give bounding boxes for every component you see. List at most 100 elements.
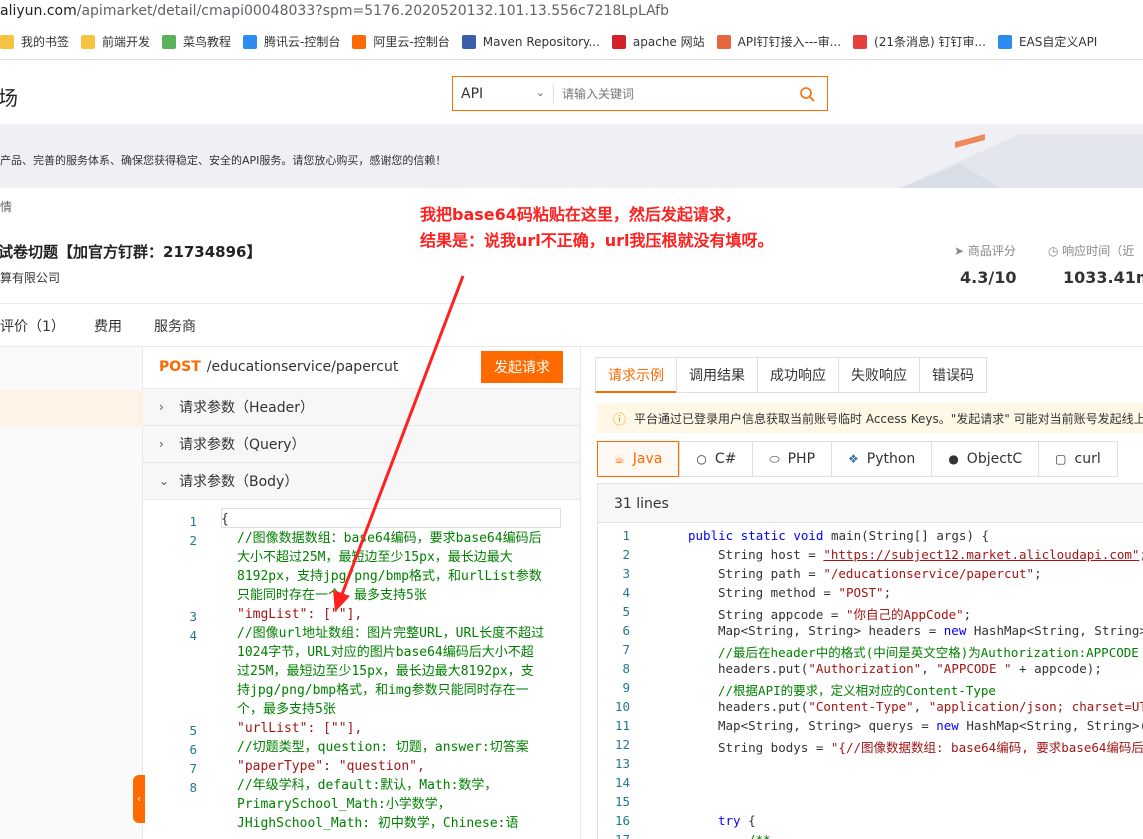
bookmark-icon [162, 34, 177, 49]
code-line: String host = "https://subject12.market.… [718, 547, 1143, 562]
tab-reviews[interactable]: 评价（1） [0, 316, 65, 336]
tab-success-response[interactable]: 成功响应 [757, 357, 838, 393]
bookmark-icon [997, 34, 1012, 49]
query-params-section[interactable]: › 请求参数（Query） [143, 425, 580, 462]
search-scope-select[interactable]: API ⌄ [453, 77, 553, 110]
tab-curl[interactable]: ▢ curl [1038, 441, 1118, 477]
bookmark-label: 前端开发 [102, 35, 151, 49]
warning-notice: ⓘ 平台通过已登录用户信息获取当前账号临时 Access Keys。"发起请求"… [597, 403, 1143, 433]
service-banner: 产品、完善的服务体系、确保您获得稳定、安全的API服务。请您放心购买，感谢您的信… [0, 124, 1143, 188]
line-number: 2 [622, 547, 630, 562]
python-icon: ❖ [848, 452, 859, 466]
bookmark-label: 阿里云-控制台 [373, 35, 450, 49]
tab-csharp[interactable]: ○ C# [679, 441, 753, 477]
bookmark-item[interactable]: API钉钉接入---审... [716, 33, 842, 50]
lang-label: Java [632, 451, 663, 467]
product-title: 试卷切题【加官方钉群：21734896】 [0, 243, 262, 261]
sidebar-item-active[interactable] [0, 390, 143, 427]
bookmark-item[interactable]: apache 网站 [611, 33, 705, 50]
code-line: headers.put("Authorization", "APPCODE " … [718, 661, 1102, 676]
code-line: //图像url地址数组：图片完整URL，URL长度不超过1024字节，URL对应… [237, 626, 545, 717]
body-params-section[interactable]: ⌄ 请求参数（Body） [143, 462, 580, 499]
line-number: 10 [614, 699, 630, 714]
code-viewer: 31 lines public static void main(String[… [597, 483, 1143, 839]
banner-text: 产品、完善的服务体系、确保您获得稳定、安全的API服务。请您放心购买，感谢您的信… [0, 154, 447, 167]
bookmark-label: 菜鸟教程 [183, 35, 232, 49]
tab-pricing[interactable]: 费用 [94, 316, 122, 336]
body-editor[interactable]: 1 2 3 4 5 6 7 8 { //图像数据数组：base64编码，要求ba… [143, 499, 580, 839]
line-number: 8 [189, 780, 197, 795]
tab-provider[interactable]: 服务商 [154, 316, 196, 336]
rating-value: 4.3/10 [960, 268, 1017, 287]
tab-php[interactable]: ⬭ PHP [752, 441, 832, 477]
clock-icon: ◷ [1048, 244, 1063, 258]
code-line: headers.put("Content-Type", "application… [718, 699, 1143, 714]
line-number: 5 [622, 604, 630, 619]
bookmark-label: (21条消息) 钉钉审... [874, 35, 986, 49]
code-line: "imgList": [""], [237, 607, 363, 622]
page-tabs: 评价（1） 费用 服务商 [0, 303, 1143, 347]
line-number: 13 [614, 756, 630, 771]
bookmark-item[interactable]: 前端开发 [81, 33, 150, 50]
line-number: 6 [189, 742, 197, 757]
url-host: aliyun.com [0, 3, 77, 19]
bookmark-item[interactable]: EAS自定义API [997, 33, 1098, 50]
bookmark-item[interactable]: 阿里云-控制台 [352, 33, 450, 50]
code-line: { [221, 512, 229, 527]
tab-python[interactable]: ❖ Python [831, 441, 932, 477]
endpoint-path: /educationservice/papercut [206, 359, 399, 375]
bookmark-item[interactable]: 我的书签 [0, 33, 69, 50]
collapse-sidebar-button[interactable]: ‹ [133, 775, 145, 823]
line-number: 1 [189, 514, 197, 529]
annotation-line-1: 我把base64码粘贴在这里，然后发起请求， [420, 205, 741, 224]
site-logo-fragment[interactable]: 场 [0, 82, 18, 111]
endpoint: POST/educationservice/papercut [159, 359, 398, 375]
search-input[interactable] [554, 77, 787, 110]
tab-objectc[interactable]: ● ObjectC [931, 441, 1039, 477]
language-tabs: ☕ Java ○ C# ⬭ PHP ❖ Python ● ObjectC ▢ curl [597, 441, 1118, 477]
bookmark-icon [352, 34, 367, 49]
breadcrumb[interactable]: 情 [0, 198, 12, 215]
response-time-label-text: 响应时间（近 [1062, 244, 1135, 258]
tab-call-result[interactable]: 调用结果 [676, 357, 757, 393]
chevron-right-icon: › [159, 400, 164, 414]
chevron-right-icon: › [159, 437, 164, 451]
bookmark-label: API钉钉接入---审... [737, 35, 842, 49]
line-count: 31 lines [614, 496, 669, 512]
code-line: /** [748, 832, 771, 839]
site-header: 场 API ⌄ [0, 60, 1143, 124]
code-line: //切题类型，question: 切题，answer:切答案 [237, 740, 529, 755]
tab-failure-response[interactable]: 失败响应 [838, 357, 919, 393]
line-number: 7 [189, 761, 197, 776]
bookmark-item[interactable]: Maven Repository... [461, 34, 600, 49]
request-panel: POST/educationservice/papercut 发起请求 › 请求… [143, 347, 580, 839]
tab-request-example[interactable]: 请求示例 [595, 357, 676, 393]
chevron-down-icon: ⌄ [159, 474, 170, 488]
lang-label: Python [866, 451, 916, 467]
bookmark-item[interactable]: (21条消息) 钉钉审... [853, 33, 986, 50]
terminal-icon: ▢ [1055, 452, 1067, 466]
search-scope-label: API [461, 85, 484, 102]
bookmark-label: Maven Repository... [482, 34, 600, 49]
code-line: String bodys = "{//图像数据数组: base64编码, 要求b… [718, 740, 1143, 755]
address-bar[interactable]: aliyun.com/apimarket/detail/cmapi0004803… [0, 0, 1143, 24]
tab-error-codes[interactable]: 错误码 [919, 357, 987, 393]
bookmark-label: apache 网站 [632, 35, 705, 49]
bookmark-item[interactable]: 腾讯云-控制台 [243, 33, 340, 50]
user-annotation: 我把base64码粘贴在这里，然后发起请求， 结果是：说我url不正确，url我… [420, 202, 774, 254]
line-number: 1 [622, 528, 630, 543]
send-request-button[interactable]: 发起请求 [481, 351, 563, 383]
bookmark-item[interactable]: 菜鸟教程 [162, 33, 231, 50]
bookmark-icon [243, 34, 258, 49]
code-sample-panel: 请求示例 调用结果 成功响应 失败响应 错误码 ⓘ 平台通过已登录用户信息获取当… [580, 347, 1143, 839]
line-number: 3 [189, 609, 197, 624]
lang-label: C# [714, 451, 737, 467]
code-line: //根据API的要求，定义相对应的Content-Type [718, 683, 996, 698]
bookmark-label: EAS自定义API [1018, 35, 1098, 49]
code-body[interactable]: public static void main(String[] args) {… [598, 522, 1143, 839]
line-number: 4 [622, 585, 630, 600]
provider-name[interactable]: 算有限公司 [0, 269, 60, 286]
tab-java[interactable]: ☕ Java [597, 441, 680, 477]
header-params-section[interactable]: › 请求参数（Header） [143, 388, 580, 425]
search-icon[interactable] [787, 77, 827, 110]
